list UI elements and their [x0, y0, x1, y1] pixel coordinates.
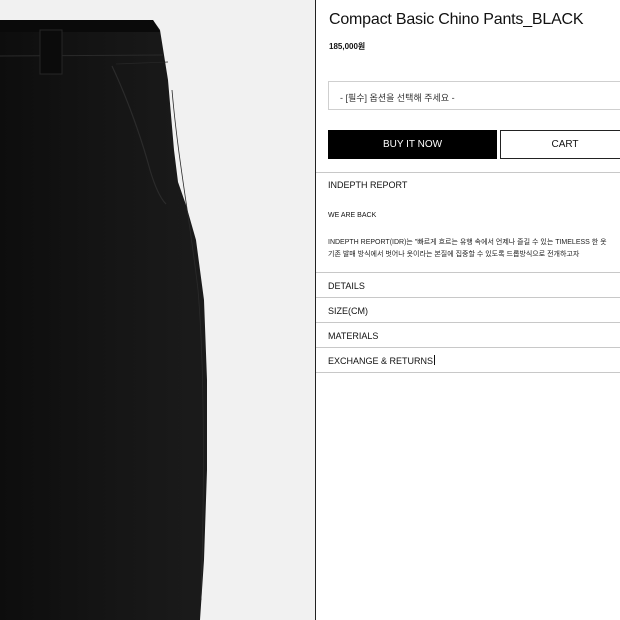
accordion-exchange-returns[interactable]: EXCHANGE & RETURNS [328, 355, 436, 366]
report-text-line2: 기존 발매 방식에서 벗어나 옷이라는 본질에 집중할 수 있도록 드롭방식으로… [328, 251, 580, 258]
divider [316, 172, 620, 173]
divider [316, 347, 620, 348]
divider [316, 322, 620, 323]
accordion-materials[interactable]: MATERIALS [328, 331, 378, 341]
product-image [0, 0, 315, 620]
buy-now-button[interactable]: BUY IT NOW [328, 130, 497, 159]
divider [316, 272, 620, 273]
text-cursor [434, 355, 436, 365]
accordion-exchange-label: EXCHANGE & RETURNS [328, 356, 434, 366]
divider [316, 372, 620, 373]
indepth-report-heading[interactable]: INDEPTH REPORT [328, 180, 407, 190]
report-subheading: WE ARE BACK [328, 212, 377, 219]
cart-button[interactable]: CART [500, 130, 620, 159]
accordion-size[interactable]: SIZE(CM) [328, 306, 368, 316]
report-text-line1: INDEPTH REPORT(IDR)는 "빠르게 흐르는 유행 속에서 언제나… [328, 239, 607, 246]
option-select[interactable]: - [필수] 옵션을 선택해 주세요 - [328, 81, 620, 110]
divider [316, 297, 620, 298]
pants-photo [0, 0, 207, 620]
option-select-value: - [필수] 옵션을 선택해 주세요 - [340, 93, 455, 103]
product-title: Compact Basic Chino Pants_BLACK [329, 11, 584, 28]
product-info-pane: Compact Basic Chino Pants_BLACK 185,000원… [316, 0, 620, 620]
product-price: 185,000원 [329, 42, 366, 51]
accordion-details[interactable]: DETAILS [328, 281, 365, 291]
